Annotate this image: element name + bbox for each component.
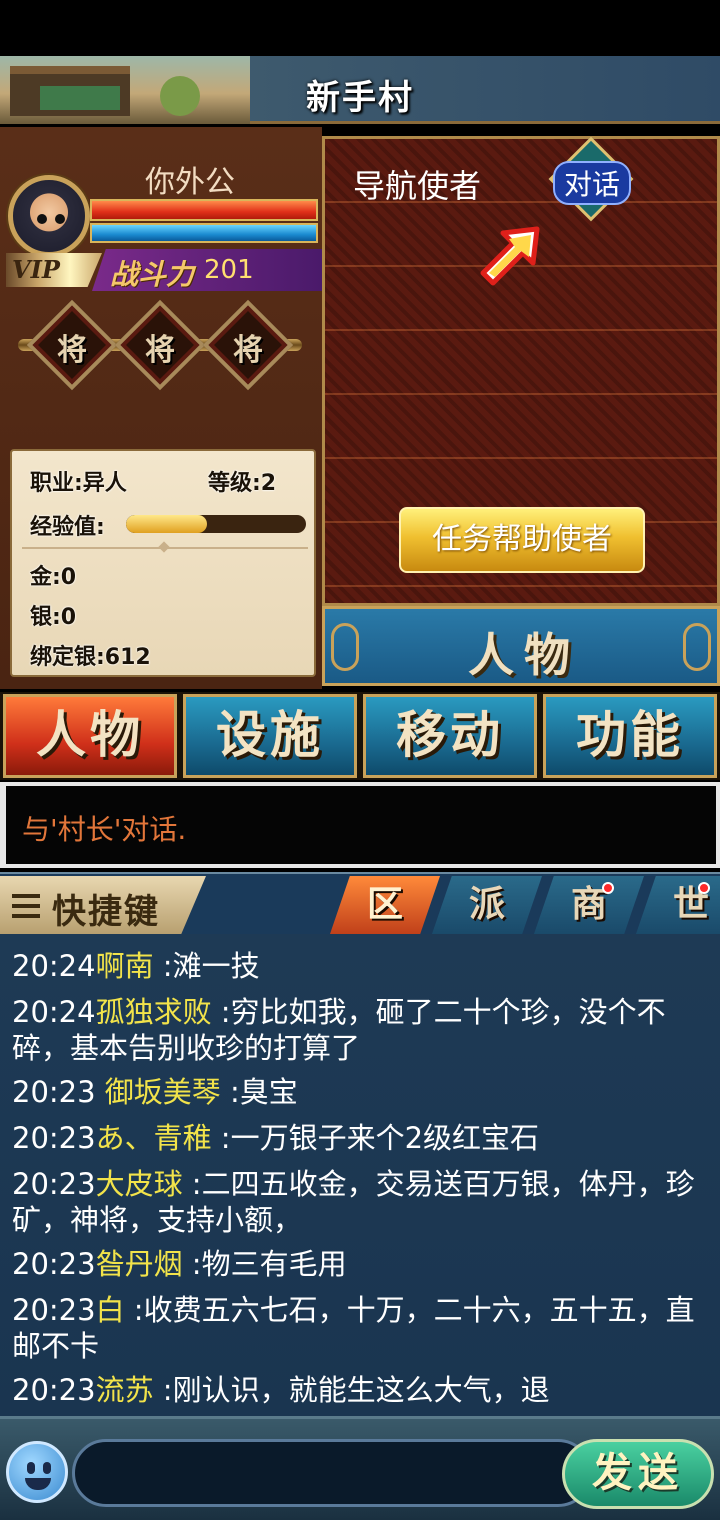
chat-message: 20:23昝丹烟 :物三有毛用 <box>12 1247 347 1281</box>
tab-trade[interactable]: 商 <box>534 876 644 934</box>
chat-message: 20:23あ、青稚 :一万银子来个2级红宝石 <box>12 1121 540 1155</box>
send-button[interactable]: 发送 <box>562 1439 714 1509</box>
menu-move-button[interactable]: 移动 <box>363 694 537 778</box>
chat-message: 20:23流苏 :刚认识，就能生这么大气，退 <box>12 1373 550 1407</box>
list-icon <box>12 894 40 918</box>
status-bar <box>0 0 720 56</box>
general-slot-2[interactable]: 将 <box>114 299 206 391</box>
chat-message: 20:24啊南 :滩一技 <box>12 949 260 983</box>
general-slot-1[interactable]: 将 <box>26 299 118 391</box>
quick-key-button[interactable]: 快捷键 <box>0 876 206 934</box>
chat-input-bar: 发送 <box>0 1416 720 1520</box>
generals-slots: 将 将 将 <box>18 299 302 391</box>
talk-button[interactable]: 对话 <box>553 161 631 205</box>
quick-key-label: 快捷键 <box>52 892 160 932</box>
pointer-arrow-icon <box>480 226 540 286</box>
level-text: 等级:2 <box>208 471 277 496</box>
chat-header: 快捷键 区 派 商 世 <box>0 872 720 934</box>
bound-silver-text: 绑定银:612 <box>30 645 151 670</box>
class-text: 职业:异人 <box>30 471 127 496</box>
menu-facilities-button[interactable]: 设施 <box>183 694 357 778</box>
player-info-box: 职业:异人 等级:2 经验值: 金:0 银:0 绑定银:612 <box>10 449 316 677</box>
chat-messages[interactable]: 20:24啊南 :滩一技 20:24孤独求败 :穷比如我，砸了二十个珍，没个不碎… <box>0 934 720 1416</box>
player-avatar[interactable] <box>8 175 90 257</box>
combat-power-label: 战斗力 <box>110 258 195 291</box>
mp-bar <box>90 223 318 243</box>
gold-text: 金:0 <box>30 565 77 590</box>
scroll-ornament-right <box>683 623 711 671</box>
main-menu: 人物 设施 移动 功能 <box>0 692 720 780</box>
quest-notice-text[interactable]: 与'村长'对话. <box>22 808 186 848</box>
tab-faction[interactable]: 派 <box>432 876 542 934</box>
quest-notice: 与'村长'对话. <box>0 782 720 868</box>
combat-power-value: 201 <box>204 255 254 285</box>
player-name: 你外公 <box>145 165 235 200</box>
menu-character-button[interactable]: 人物 <box>3 694 177 778</box>
combat-power-box: 战斗力 201 <box>92 249 322 291</box>
emoji-icon[interactable] <box>6 1441 68 1503</box>
player-panel: 你外公 战斗力 201 VIP 将 将 将 职业:异人 等级:2 经验值: 金:… <box>0 127 322 689</box>
exp-label: 经验值: <box>30 515 105 540</box>
location-header: 新手村 <box>0 56 720 124</box>
info-divider <box>22 547 308 549</box>
hp-bar <box>90 199 318 221</box>
general-slot-3[interactable]: 将 <box>202 299 294 391</box>
vip-badge[interactable]: VIP <box>6 253 102 287</box>
person-tab-label: 人物 <box>468 628 580 682</box>
silver-text: 银:0 <box>30 605 77 630</box>
location-title: 新手村 <box>306 78 414 118</box>
person-tab-banner[interactable]: 人物 <box>322 606 720 686</box>
exp-bar <box>126 515 306 533</box>
chat-input-field[interactable] <box>72 1439 592 1507</box>
quest-helper-button[interactable]: 任务帮助使者 <box>399 507 645 573</box>
chat-message: 20:23大皮球 :二四五收金，交易送百万银，体丹，珍矿，神将，支持小额， <box>12 1167 695 1237</box>
chat-message: 20:23白 :收费五六七石，十万，二十六，五十五，直邮不卡 <box>12 1293 695 1363</box>
chat-message: 20:24孤独求败 :穷比如我，砸了二十个珍，没个不碎，基本告别收珍的打算了 <box>12 995 666 1065</box>
trade-notification-dot <box>602 882 614 894</box>
npc-panel: 导航使者 对话 任务帮助使者 <box>322 136 720 606</box>
world-notification-dot <box>698 882 710 894</box>
npc-name[interactable]: 导航使者 <box>353 161 481 207</box>
chat-message: 20:23 御坂美琴 :臭宝 <box>12 1075 298 1109</box>
menu-function-button[interactable]: 功能 <box>543 694 717 778</box>
exp-bar-fill <box>126 515 207 533</box>
tab-zone[interactable]: 区 <box>330 876 440 934</box>
